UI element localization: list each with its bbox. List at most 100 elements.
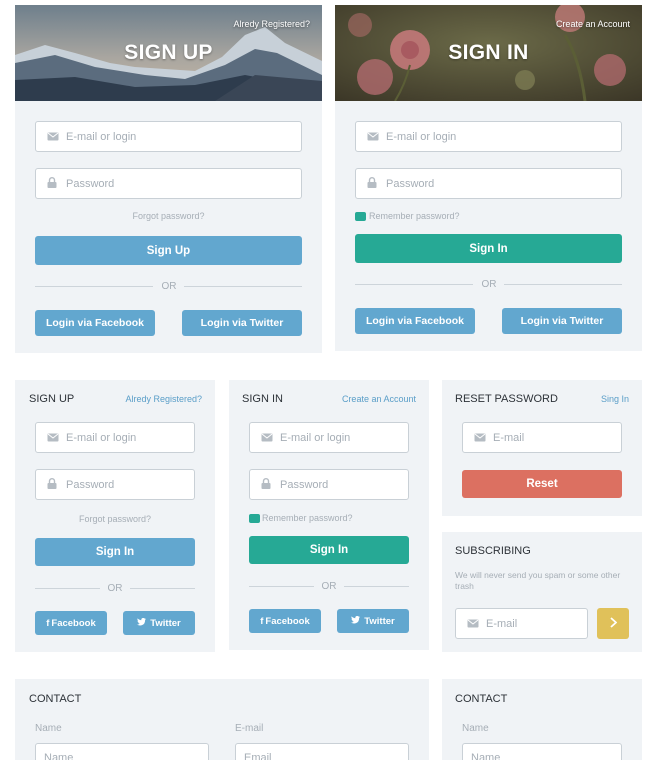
facebook-button[interactable]: f Facebook xyxy=(35,611,107,635)
card-title: SUBSCRIBING xyxy=(455,545,531,557)
subscribe-note: We will never send you spam or some othe… xyxy=(455,570,621,591)
password-field[interactable]: Password xyxy=(35,469,195,500)
create-account-link[interactable]: Create an Account xyxy=(342,394,416,404)
signup-card-large: SIGN UP Alredy Registered? E-mail or log… xyxy=(15,5,322,353)
password-field[interactable]: Password xyxy=(355,168,622,199)
email-placeholder: Email xyxy=(244,752,272,760)
twitter-button[interactable]: Twitter xyxy=(123,611,195,635)
twitter-label: Twitter xyxy=(150,617,181,629)
name-field[interactable]: Name xyxy=(35,743,209,760)
password-placeholder: Password xyxy=(66,478,115,491)
email-field[interactable]: E-mail or login xyxy=(355,121,622,152)
sign-in-link[interactable]: Sing In xyxy=(601,394,629,404)
name-placeholder: Name xyxy=(44,752,74,760)
login-facebook-button[interactable]: Login via Facebook xyxy=(35,310,155,336)
password-field[interactable]: Password xyxy=(249,469,409,500)
divider-line xyxy=(504,284,622,285)
envelope-icon xyxy=(47,128,59,146)
or-divider-text: OR xyxy=(321,581,337,592)
lock-icon xyxy=(47,476,57,494)
lock-icon xyxy=(47,175,57,193)
already-registered-link[interactable]: Alredy Registered? xyxy=(125,394,202,404)
facebook-icon: f xyxy=(46,617,50,629)
remember-label: Remember password? xyxy=(369,211,460,221)
signup-card-small: SIGN UP Alredy Registered? E-mail or log… xyxy=(15,380,215,652)
hero-title: SIGN UP xyxy=(124,41,213,64)
twitter-icon xyxy=(137,617,147,629)
email-placeholder: E-mail or login xyxy=(66,130,137,143)
signin-card-small: SIGN IN Create an Account E-mail or logi… xyxy=(229,380,429,650)
twitter-button[interactable]: Twitter xyxy=(337,609,409,633)
login-twitter-button[interactable]: Login via Twitter xyxy=(502,308,622,334)
email-placeholder: E-mail or login xyxy=(386,130,457,143)
email-field[interactable]: E-mail or login xyxy=(35,121,302,152)
email-field[interactable]: E-mail xyxy=(455,608,588,639)
sign-in-button[interactable]: Sign In xyxy=(249,536,409,564)
sign-up-button[interactable]: Sign Up xyxy=(35,236,302,265)
sign-in-button[interactable]: Sign In xyxy=(35,538,195,566)
facebook-label: Facebook xyxy=(51,617,96,629)
email-field[interactable]: E-mail or login xyxy=(35,422,195,453)
card-title: CONTACT xyxy=(29,693,82,705)
email-placeholder: E-mail or login xyxy=(66,431,137,444)
card-title: RESET PASSWORD xyxy=(455,393,558,405)
reset-button[interactable]: Reset xyxy=(462,470,622,498)
envelope-icon xyxy=(474,429,486,447)
card-title: SIGN IN xyxy=(242,393,283,405)
envelope-icon xyxy=(467,615,479,633)
remember-checkbox[interactable] xyxy=(249,514,260,523)
hero-title: SIGN IN xyxy=(448,41,529,64)
password-field[interactable]: Password xyxy=(35,168,302,199)
contact-card-narrow: CONTACT Name Name xyxy=(442,679,642,760)
twitter-icon xyxy=(351,615,361,627)
card-title: CONTACT xyxy=(455,693,508,705)
email-field[interactable]: Email xyxy=(235,743,409,760)
login-facebook-button[interactable]: Login via Facebook xyxy=(355,308,475,334)
already-registered-link[interactable]: Alredy Registered? xyxy=(233,19,310,29)
email-label: E-mail xyxy=(235,723,264,734)
reset-password-card: RESET PASSWORD Sing In E-mail Reset xyxy=(442,380,642,516)
flowers-hero-image: SIGN IN Create an Account xyxy=(335,5,642,101)
password-placeholder: Password xyxy=(66,177,115,190)
envelope-icon xyxy=(367,128,379,146)
chevron-right-icon xyxy=(609,616,617,631)
lock-icon xyxy=(261,476,271,494)
or-divider-text: OR xyxy=(107,583,123,594)
divider-line xyxy=(130,588,195,589)
remember-label: Remember password? xyxy=(262,513,353,523)
divider-line xyxy=(344,586,409,587)
remember-checkbox[interactable] xyxy=(355,212,366,221)
signin-card-large: SIGN IN Create an Account E-mail or logi… xyxy=(335,5,642,351)
mountain-hero-image: SIGN UP Alredy Registered? xyxy=(15,5,322,101)
password-placeholder: Password xyxy=(280,478,329,491)
or-divider-text: OR xyxy=(481,279,497,290)
envelope-icon xyxy=(261,429,273,447)
subscribe-card: SUBSCRIBING We will never send you spam … xyxy=(442,532,642,652)
name-field[interactable]: Name xyxy=(462,743,622,760)
envelope-icon xyxy=(47,429,59,447)
name-placeholder: Name xyxy=(471,752,501,760)
email-field[interactable]: E-mail xyxy=(462,422,622,453)
divider-line xyxy=(355,284,473,285)
facebook-button[interactable]: f Facebook xyxy=(249,609,321,633)
forgot-password-link[interactable]: Forgot password? xyxy=(15,211,322,221)
login-twitter-button[interactable]: Login via Twitter xyxy=(182,310,302,336)
name-label: Name xyxy=(462,723,489,734)
divider-line xyxy=(35,588,100,589)
forgot-password-link[interactable]: Forgot password? xyxy=(15,514,215,524)
divider-line xyxy=(184,286,302,287)
or-divider-text: OR xyxy=(161,281,177,292)
password-placeholder: Password xyxy=(386,177,435,190)
email-field[interactable]: E-mail or login xyxy=(249,422,409,453)
email-placeholder: E-mail or login xyxy=(280,431,351,444)
divider-line xyxy=(35,286,153,287)
name-label: Name xyxy=(35,723,62,734)
contact-card-wide: CONTACT Name Name E-mail Email xyxy=(15,679,429,760)
sign-in-button[interactable]: Sign In xyxy=(355,234,622,263)
twitter-label: Twitter xyxy=(364,615,395,627)
card-title: SIGN UP xyxy=(29,393,75,405)
facebook-icon: f xyxy=(260,615,264,627)
create-account-link[interactable]: Create an Account xyxy=(556,19,630,29)
subscribe-submit-button[interactable] xyxy=(597,608,629,639)
email-placeholder: E-mail xyxy=(493,431,525,444)
